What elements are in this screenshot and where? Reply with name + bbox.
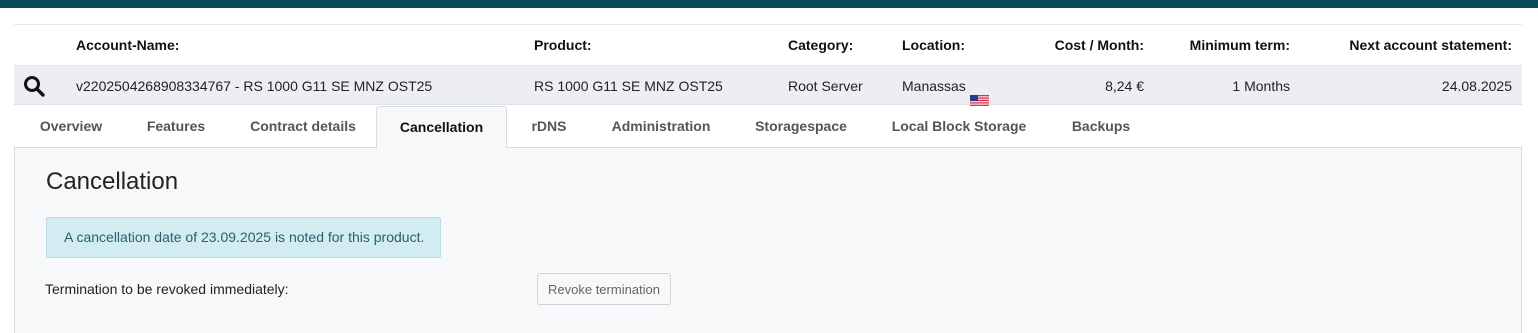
next-statement-value: 24.08.2025 — [1441, 78, 1512, 94]
product-detail-container: Account-Name: Product: Category: Locatio… — [14, 24, 1522, 333]
tab-bar: Overview Features Contract details Cance… — [14, 106, 1522, 148]
product-value: RS 1000 G11 SE MNZ OST25 — [534, 78, 723, 94]
account-name-value: v2202504268908334767 - RS 1000 G11 SE MN… — [76, 78, 433, 94]
location-cell: Manassas — [902, 66, 989, 106]
header-category: Category: — [788, 37, 854, 53]
header-next-statement: Next account statement: — [1349, 37, 1512, 53]
category-value: Root Server — [788, 78, 863, 94]
tab-rdns[interactable]: rDNS — [516, 106, 582, 147]
header-cost: Cost / Month: — [1054, 37, 1144, 53]
cancellation-notice: A cancellation date of 23.09.2025 is not… — [46, 217, 441, 258]
table-header-row: Account-Name: Product: Category: Locatio… — [14, 25, 1522, 65]
tab-local-block-storage[interactable]: Local Block Storage — [880, 106, 1038, 147]
us-flag-icon — [969, 81, 989, 106]
minimum-term-value: 1 Months — [1232, 78, 1290, 94]
header-location: Location: — [902, 37, 965, 53]
header-account-name: Account-Name: — [76, 37, 180, 53]
top-accent-bar — [0, 0, 1538, 8]
header-minimum-term: Minimum term: — [1189, 37, 1290, 53]
revoke-label: Termination to be revoked immediately: — [45, 281, 289, 297]
table-row: v2202504268908334767 - RS 1000 G11 SE MN… — [14, 65, 1522, 106]
tab-overview[interactable]: Overview — [26, 106, 116, 147]
page-title: Cancellation — [46, 168, 179, 195]
tab-features[interactable]: Features — [132, 106, 220, 147]
revoke-termination-button[interactable]: Revoke termination — [537, 273, 671, 305]
tab-cancellation[interactable]: Cancellation — [376, 106, 507, 148]
tab-storagespace[interactable]: Storagespace — [744, 106, 858, 147]
tab-administration[interactable]: Administration — [600, 106, 722, 147]
header-product: Product: — [534, 37, 592, 53]
cost-value: 8,24 € — [1105, 78, 1144, 94]
tab-backups[interactable]: Backups — [1060, 106, 1142, 147]
location-value: Manassas — [902, 78, 966, 94]
cancellation-panel: Cancellation A cancellation date of 23.0… — [14, 147, 1522, 333]
search-icon[interactable] — [22, 74, 46, 98]
tab-contract-details[interactable]: Contract details — [238, 106, 368, 147]
